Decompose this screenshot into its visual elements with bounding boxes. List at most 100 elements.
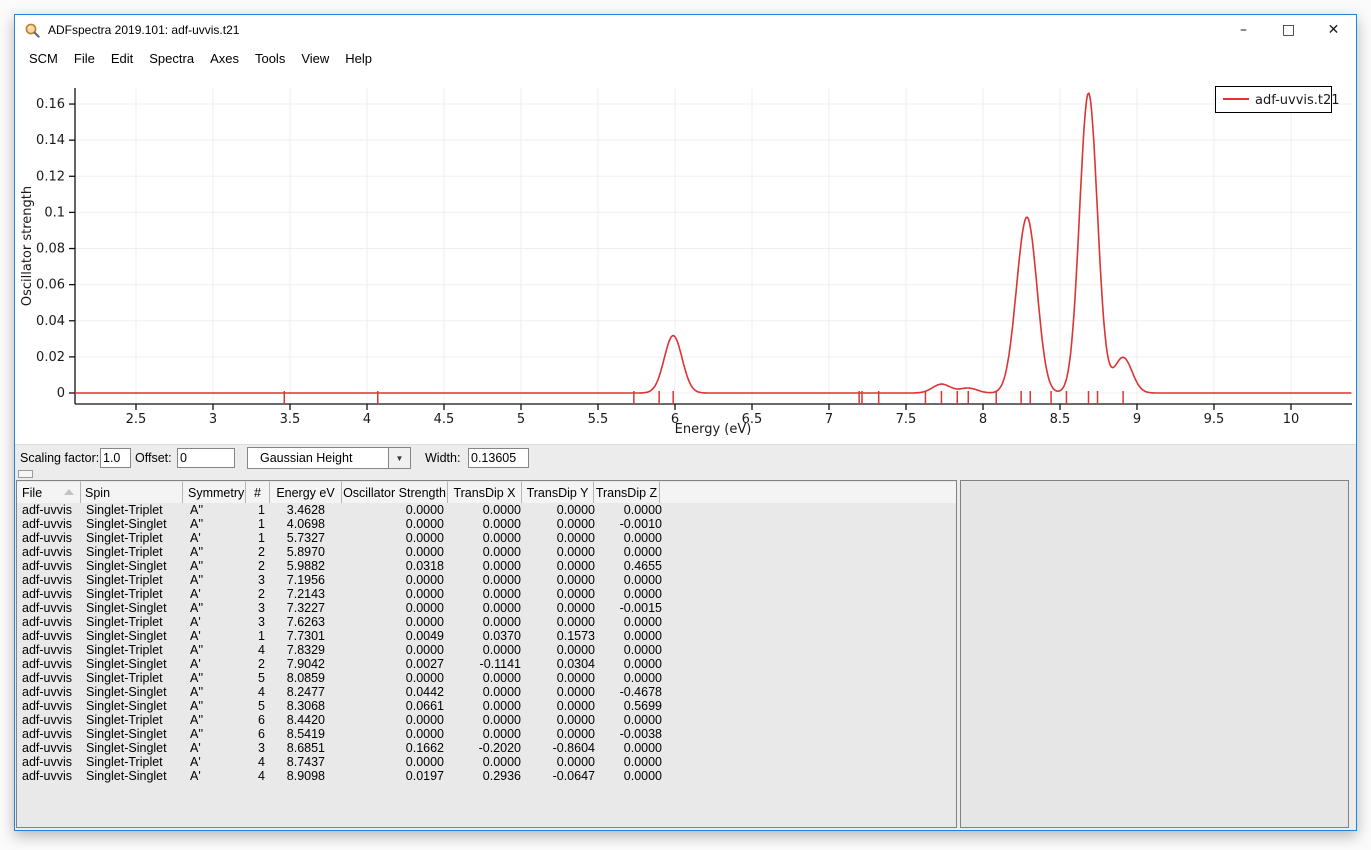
svg-text:10: 10	[1283, 412, 1300, 427]
table-row[interactable]: adf-uvvisSinglet-TripletA''58.08590.0000…	[17, 671, 956, 685]
paned-sash[interactable]	[15, 470, 1356, 479]
menu-item-scm[interactable]: SCM	[21, 48, 66, 69]
column-header-file[interactable]: File	[17, 481, 81, 503]
table-row[interactable]: adf-uvvisSinglet-TripletA''25.89700.0000…	[17, 545, 956, 559]
cell-oscillator-strength: 0.0000	[347, 587, 454, 601]
table-row[interactable]: adf-uvvisSinglet-TripletA'48.74370.00000…	[17, 755, 956, 769]
column-header-transdip-z[interactable]: TransDip Z	[594, 481, 660, 503]
svg-text:7: 7	[825, 412, 833, 427]
sort-ascending-icon	[64, 489, 74, 495]
column-header--[interactable]: #	[246, 481, 270, 503]
cell-transdip-x: 0.0000	[454, 587, 529, 601]
maximize-button[interactable]: □	[1266, 15, 1311, 44]
table-row[interactable]: adf-uvvisSinglet-TripletA''37.19560.0000…	[17, 573, 956, 587]
cell-spin: Singlet-Singlet	[82, 685, 185, 699]
cell-transdip-x: 0.0000	[454, 699, 529, 713]
cell-transdip-z: 0.0000	[602, 769, 669, 783]
menu-item-view[interactable]: View	[293, 48, 337, 69]
table-row[interactable]: adf-uvvisSinglet-SingletA''68.54190.0000…	[17, 727, 956, 741]
column-header-transdip-y[interactable]: TransDip Y	[522, 481, 594, 503]
table-row[interactable]: adf-uvvisSinglet-SingletA'27.90420.0027-…	[17, 657, 956, 671]
table-row[interactable]: adf-uvvisSinglet-SingletA''25.98820.0318…	[17, 559, 956, 573]
offset-input[interactable]	[177, 448, 235, 468]
chevron-down-icon[interactable]: ▼	[389, 447, 411, 469]
cell-transdip-x: 0.0000	[454, 727, 529, 741]
cell-transdip-z: 0.0000	[602, 573, 669, 587]
cell-energy-ev: 7.7301	[274, 629, 347, 643]
cell-transdip-x: 0.0000	[454, 671, 529, 685]
minimize-button[interactable]: –	[1221, 15, 1266, 44]
table-row[interactable]: adf-uvvisSinglet-SingletA''58.30680.0661…	[17, 699, 956, 713]
cell-transdip-y: -0.8604	[529, 741, 602, 755]
cell-spin: Singlet-Singlet	[82, 741, 185, 755]
column-header-energy-ev[interactable]: Energy eV	[270, 481, 342, 503]
cell-oscillator-strength: 0.0000	[347, 643, 454, 657]
cell-energy-ev: 5.7327	[274, 531, 347, 545]
column-header-oscillator-strength[interactable]: Oscillator Strength	[342, 481, 448, 503]
close-button[interactable]: ✕	[1311, 15, 1356, 44]
table-row[interactable]: adf-uvvisSinglet-SingletA''14.06980.0000…	[17, 517, 956, 531]
menu-item-axes[interactable]: Axes	[202, 48, 247, 69]
cell-spin: Singlet-Singlet	[82, 601, 185, 615]
cell--: 2	[249, 587, 274, 601]
cell-symmetry: A''	[185, 713, 249, 727]
cell-file: adf-uvvis	[17, 671, 82, 685]
table-row[interactable]: adf-uvvisSinglet-TripletA'27.21430.00000…	[17, 587, 956, 601]
table-row[interactable]: adf-uvvisSinglet-SingletA'17.73010.00490…	[17, 629, 956, 643]
spectrum-plot[interactable]: 2.533.544.555.566.577.588.599.51000.020.…	[15, 71, 1356, 444]
column-header-symmetry[interactable]: Symmetry	[183, 481, 246, 503]
table-row[interactable]: adf-uvvisSinglet-TripletA''13.46280.0000…	[17, 503, 956, 517]
peak-shape-value[interactable]: Gaussian Height	[247, 447, 389, 469]
app-window: ADFspectra 2019.101: adf-uvvis.t21 – □ ✕…	[14, 14, 1357, 831]
table-row[interactable]: adf-uvvisSinglet-SingletA'38.68510.1662-…	[17, 741, 956, 755]
table-row[interactable]: adf-uvvisSinglet-TripletA''47.83290.0000…	[17, 643, 956, 657]
cell-file: adf-uvvis	[17, 741, 82, 755]
table-row[interactable]: adf-uvvisSinglet-SingletA''37.32270.0000…	[17, 601, 956, 615]
menu-item-spectra[interactable]: Spectra	[141, 48, 202, 69]
cell-transdip-z: 0.0000	[602, 741, 669, 755]
column-header-spin[interactable]: Spin	[81, 481, 183, 503]
table-row[interactable]: adf-uvvisSinglet-SingletA'48.90980.01970…	[17, 769, 956, 783]
cell-transdip-z: 0.0000	[602, 671, 669, 685]
cell-transdip-y: 0.0000	[529, 587, 602, 601]
svg-text:0.06: 0.06	[36, 278, 65, 293]
cell-energy-ev: 7.6263	[274, 615, 347, 629]
cell--: 1	[249, 629, 274, 643]
svg-text:4.5: 4.5	[434, 412, 455, 427]
menu-item-tools[interactable]: Tools	[247, 48, 293, 69]
cell-transdip-x: -0.1141	[454, 657, 529, 671]
cell-transdip-y: 0.0000	[529, 615, 602, 629]
cell-transdip-x: 0.0000	[454, 755, 529, 769]
cell-oscillator-strength: 0.0000	[347, 573, 454, 587]
cell-oscillator-strength: 0.0000	[347, 755, 454, 769]
cell-symmetry: A''	[185, 671, 249, 685]
scaling-factor-input[interactable]	[100, 448, 131, 468]
width-input[interactable]	[468, 448, 529, 468]
sash-handle-icon[interactable]	[18, 470, 33, 478]
cell-oscillator-strength: 0.0000	[347, 615, 454, 629]
cell-spin: Singlet-Triplet	[82, 643, 185, 657]
svg-text:0.02: 0.02	[36, 350, 65, 365]
menu-item-help[interactable]: Help	[337, 48, 380, 69]
cell-file: adf-uvvis	[17, 685, 82, 699]
cell-energy-ev: 8.0859	[274, 671, 347, 685]
cell-transdip-z: -0.0015	[602, 601, 669, 615]
menu-item-edit[interactable]: Edit	[103, 48, 141, 69]
cell-transdip-z: 0.0000	[602, 643, 669, 657]
peak-shape-combobox[interactable]: Gaussian Height ▼	[247, 447, 411, 469]
cell-symmetry: A''	[185, 517, 249, 531]
column-header-transdip-x[interactable]: TransDip X	[448, 481, 522, 503]
cell--: 1	[249, 531, 274, 545]
table-row[interactable]: adf-uvvisSinglet-TripletA'15.73270.00000…	[17, 531, 956, 545]
table-row[interactable]: adf-uvvisSinglet-TripletA'37.62630.00000…	[17, 615, 956, 629]
table-row[interactable]: adf-uvvisSinglet-SingletA''48.24770.0442…	[17, 685, 956, 699]
menu-item-file[interactable]: File	[66, 48, 103, 69]
svg-text:0.14: 0.14	[36, 133, 65, 148]
cell-energy-ev: 8.5419	[274, 727, 347, 741]
cell-spin: Singlet-Singlet	[82, 629, 185, 643]
title-bar[interactable]: ADFspectra 2019.101: adf-uvvis.t21 – □ ✕	[15, 15, 1356, 45]
table-row[interactable]: adf-uvvisSinglet-TripletA''68.44200.0000…	[17, 713, 956, 727]
cell-transdip-y: 0.0000	[529, 531, 602, 545]
cell-spin: Singlet-Singlet	[82, 657, 185, 671]
grid-lines	[75, 88, 1352, 404]
